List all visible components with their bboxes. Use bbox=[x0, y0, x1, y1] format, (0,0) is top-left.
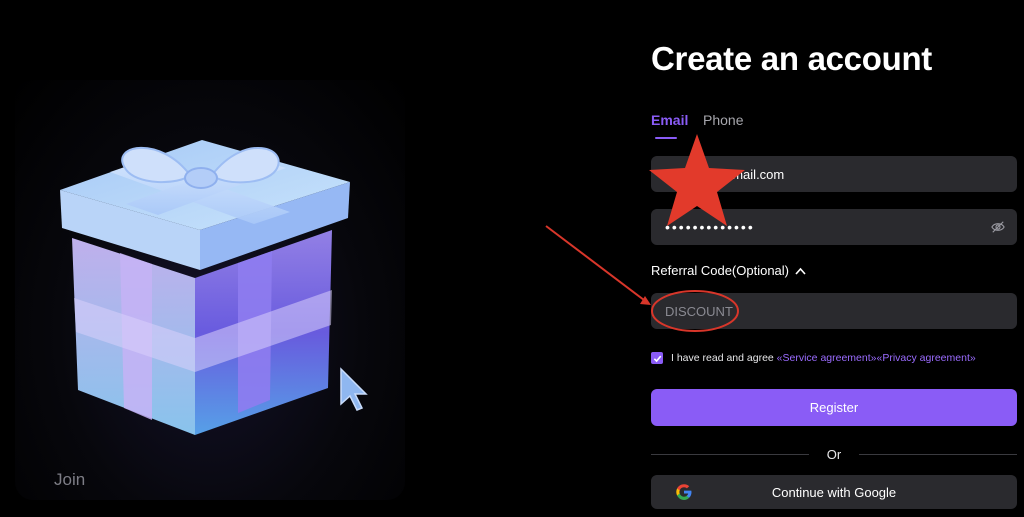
chevron-up-icon bbox=[795, 267, 806, 275]
login-method-tabs: Email Phone bbox=[651, 112, 851, 140]
password-field[interactable]: ••••••••••••• bbox=[651, 209, 1017, 245]
divider-line-right bbox=[859, 454, 1017, 455]
agreement-row: I have read and agree «Service agreement… bbox=[651, 352, 976, 364]
google-button-label: Continue with Google bbox=[771, 484, 897, 500]
cursor-arrow-icon bbox=[340, 367, 368, 411]
tab-phone[interactable]: Phone bbox=[703, 112, 743, 128]
page-title: Create an account bbox=[651, 40, 932, 77]
hero-panel: Join bbox=[0, 0, 600, 517]
agree-checkbox[interactable] bbox=[651, 352, 663, 364]
referral-label: Referral Code(Optional) bbox=[651, 263, 790, 278]
register-form: Create an account Email Phone gmail.com … bbox=[651, 0, 1017, 517]
continue-with-google-button[interactable]: Continue with Google bbox=[651, 475, 1017, 509]
or-divider: Or bbox=[651, 446, 1017, 462]
agree-text: I have read and agree bbox=[671, 352, 774, 364]
register-button[interactable]: Register bbox=[651, 389, 1017, 426]
referral-toggle[interactable]: Referral Code(Optional) bbox=[651, 263, 806, 278]
privacy-agreement-link[interactable]: «Privacy agreement» bbox=[876, 352, 975, 364]
email-value: gmail.com bbox=[725, 166, 785, 182]
check-icon bbox=[653, 355, 661, 362]
referral-code-value: DISCOUNT bbox=[665, 303, 733, 319]
referral-code-input[interactable]: DISCOUNT bbox=[651, 293, 1017, 329]
eye-off-icon[interactable] bbox=[991, 220, 1005, 234]
join-text: Join bbox=[54, 470, 86, 489]
google-g-icon bbox=[676, 484, 692, 500]
gift-icon bbox=[60, 140, 350, 435]
password-value: ••••••••••••• bbox=[665, 219, 755, 235]
service-agreement-link[interactable]: «Service agreement» bbox=[777, 352, 877, 364]
email-field[interactable]: gmail.com bbox=[651, 156, 1017, 192]
active-tab-indicator bbox=[655, 137, 677, 139]
tab-email[interactable]: Email bbox=[651, 112, 688, 128]
